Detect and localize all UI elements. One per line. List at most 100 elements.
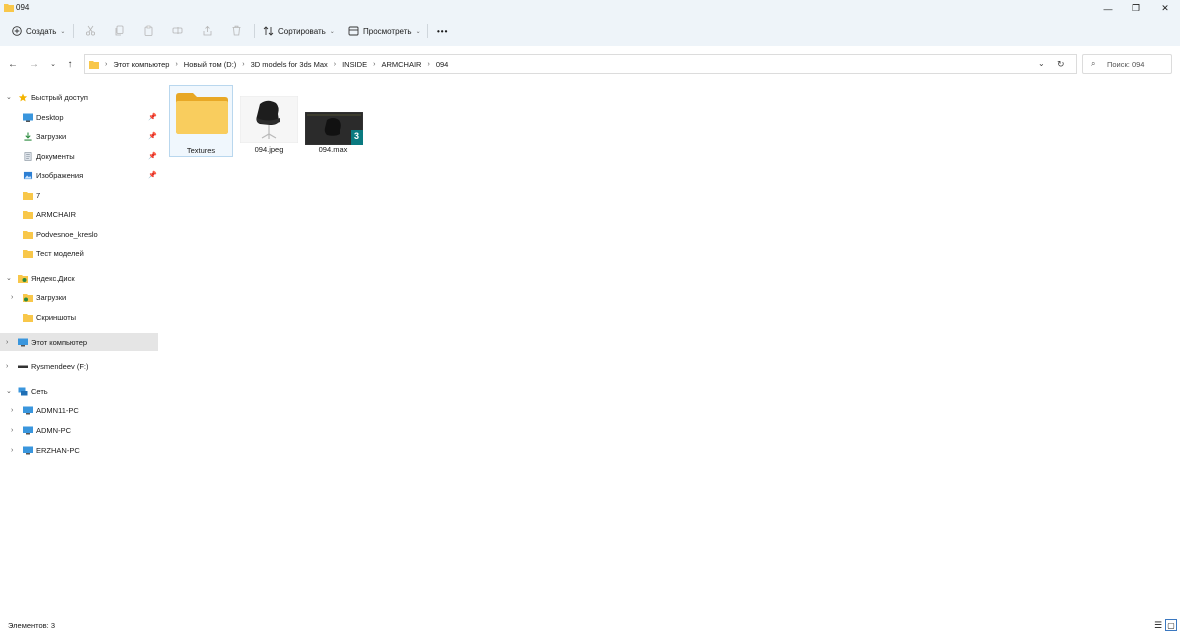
- sidebar-item-label: ARMCHAIR: [36, 209, 77, 219]
- sidebar-item-downloads[interactable]: Загрузки 📌: [0, 127, 158, 145]
- breadcrumb-separator: ›: [242, 60, 245, 68]
- plus-circle-icon: [12, 26, 22, 36]
- chevron-right-icon: ›: [11, 426, 14, 434]
- refresh-button[interactable]: ↻: [1057, 59, 1069, 71]
- file-item-textures[interactable]: Textures: [169, 85, 233, 157]
- more-options-button[interactable]: •••: [437, 23, 448, 39]
- breadcrumb-separator: ›: [333, 60, 337, 68]
- cut-icon[interactable]: [85, 25, 96, 36]
- folder-icon: [4, 4, 14, 12]
- sidebar-item-label: Яндекс.Диск: [31, 273, 75, 283]
- breadcrumb-drive-d[interactable]: Новый том (D:): [184, 60, 237, 69]
- computer-icon: [23, 446, 33, 454]
- sidebar-item-label: ADMN11-PC: [36, 405, 79, 415]
- close-button[interactable]: ✕: [1150, 0, 1180, 17]
- sidebar-item-quick-access[interactable]: ⌄ Быстрый доступ: [0, 88, 158, 106]
- desktop-icon: [23, 113, 33, 122]
- more-icon: •••: [437, 26, 449, 36]
- sidebar-item-screenshots[interactable]: Скриншоты: [0, 308, 158, 326]
- sidebar-item-armchair[interactable]: ARMCHAIR: [0, 205, 158, 223]
- status-bar: Элементов: 3 ☰ ▢: [0, 616, 1180, 634]
- sidebar-item-podvesnoe-kreslo[interactable]: Podvesnoe_kreslo: [0, 225, 158, 243]
- sidebar-item-folder-7[interactable]: 7: [0, 186, 158, 204]
- chevron-down-icon: ⌄: [329, 28, 335, 35]
- view-button[interactable]: Просмотреть ⌄: [348, 23, 421, 39]
- chevron-right-icon: ›: [6, 362, 9, 370]
- chevron-right-icon: ›: [11, 406, 14, 414]
- sidebar-item-test-models[interactable]: Тест моделей: [0, 244, 158, 262]
- breadcrumb-094[interactable]: 094: [436, 60, 449, 69]
- rename-icon[interactable]: [172, 25, 183, 36]
- chevron-down-icon: ⌄: [60, 28, 66, 35]
- sort-icon: [263, 26, 274, 36]
- breadcrumb-armchair[interactable]: ARMCHAIR: [381, 60, 421, 69]
- breadcrumb-separator: ›: [373, 60, 376, 68]
- sidebar-item-label: Podvesnoe_kreslo: [36, 229, 98, 239]
- sidebar-item-this-pc[interactable]: › Этот компьютер: [0, 333, 158, 351]
- sidebar-item-drive-f[interactable]: › Rysmendeev (F:): [0, 357, 158, 375]
- folder-icon: [23, 191, 33, 200]
- share-icon[interactable]: [202, 25, 213, 36]
- file-view[interactable]: Textures 094.jpeg 3 094.max: [160, 82, 1180, 616]
- sidebar-item-label: Скриншоты: [36, 312, 77, 322]
- sidebar-item-label: Быстрый доступ: [31, 92, 88, 102]
- sidebar-item-yandex-downloads[interactable]: › Загрузки: [0, 288, 158, 306]
- sidebar-item-admn-pc[interactable]: › ADMN-PC: [0, 421, 158, 439]
- sidebar-item-label: Этот компьютер: [31, 337, 88, 347]
- drive-icon: [18, 365, 28, 368]
- recent-locations-button[interactable]: ⌄: [47, 58, 59, 70]
- sidebar-item-erzhan-pc[interactable]: › ERZHAN-PC: [0, 441, 158, 459]
- network-icon: [18, 387, 28, 395]
- sidebar-item-label: ERZHAN-PC: [36, 445, 80, 455]
- up-button[interactable]: ↑: [64, 58, 76, 70]
- address-bar[interactable]: › Этот компьютер › Новый том (D:) › 3D m…: [84, 54, 1077, 74]
- breadcrumb-3d-models[interactable]: 3D models for 3ds Max: [251, 60, 328, 69]
- delete-icon[interactable]: [231, 25, 242, 36]
- refresh-icon: ↻: [1057, 59, 1065, 69]
- minimize-button[interactable]: —: [1093, 0, 1123, 17]
- item-count: Элементов: 3: [8, 621, 56, 630]
- sidebar-item-desktop[interactable]: Desktop 📌: [0, 108, 158, 126]
- file-name: Textures: [186, 146, 216, 155]
- sidebar-item-pictures[interactable]: Изображения 📌: [0, 166, 158, 184]
- file-item-094-jpeg[interactable]: 094.jpeg: [237, 85, 301, 157]
- folder-sync-icon: [23, 293, 33, 302]
- paste-icon[interactable]: [143, 25, 154, 36]
- sort-button[interactable]: Сортировать ⌄: [263, 23, 335, 39]
- create-button[interactable]: Создать ⌄: [12, 23, 65, 39]
- breadcrumb-separator: ›: [175, 60, 178, 68]
- breadcrumb-this-pc[interactable]: Этот компьютер: [113, 60, 169, 69]
- sidebar-item-label: Тест моделей: [36, 248, 84, 258]
- sidebar-item-label: Сеть: [31, 386, 48, 396]
- tiles-view-button[interactable]: ▢: [1165, 619, 1177, 631]
- separator: [254, 24, 255, 38]
- chevron-down-icon: ⌄: [6, 275, 12, 282]
- copy-icon[interactable]: [114, 25, 125, 36]
- sidebar-item-documents[interactable]: Документы 📌: [0, 147, 158, 165]
- chevron-down-icon: ⌄: [50, 61, 56, 68]
- sidebar-item-admn11-pc[interactable]: › ADMN11-PC: [0, 401, 158, 419]
- back-button[interactable]: ←: [7, 58, 19, 70]
- sidebar-item-yandex-disk[interactable]: ⌄ Яндекс.Диск: [0, 269, 158, 287]
- details-view-button[interactable]: ☰: [1152, 619, 1164, 631]
- chevron-down-icon: ⌄: [6, 388, 12, 395]
- file-item-094-max[interactable]: 3 094.max: [301, 85, 365, 157]
- 3dsmax-badge: 3: [354, 131, 360, 141]
- breadcrumb-inside[interactable]: INSIDE: [342, 60, 367, 69]
- search-input[interactable]: ⌕ Поиск: 094: [1082, 54, 1172, 74]
- sidebar-item-network[interactable]: ⌄ Сеть: [0, 382, 158, 400]
- list-icon: ☰: [1153, 619, 1163, 630]
- forward-button[interactable]: →: [28, 58, 40, 70]
- pin-icon: 📌: [148, 153, 157, 160]
- address-dropdown-icon[interactable]: ⌄: [1038, 59, 1045, 68]
- folder-icon: [176, 93, 228, 134]
- folder-icon: [23, 249, 33, 258]
- title-bar: 094 — ❐ ✕: [0, 0, 1180, 17]
- sidebar-item-label: Rysmendeev (F:): [31, 361, 89, 371]
- sidebar-item-label: 7: [36, 190, 41, 200]
- file-name: 094.jpeg: [254, 145, 284, 154]
- breadcrumb: › Этот компьютер › Новый том (D:) › 3D m…: [89, 55, 448, 73]
- download-icon: [24, 131, 32, 141]
- maximize-button[interactable]: ❐: [1121, 0, 1151, 17]
- navigation-bar: ← → ⌄ ↑ › Этот компьютер › Новый том (D:…: [0, 46, 1180, 82]
